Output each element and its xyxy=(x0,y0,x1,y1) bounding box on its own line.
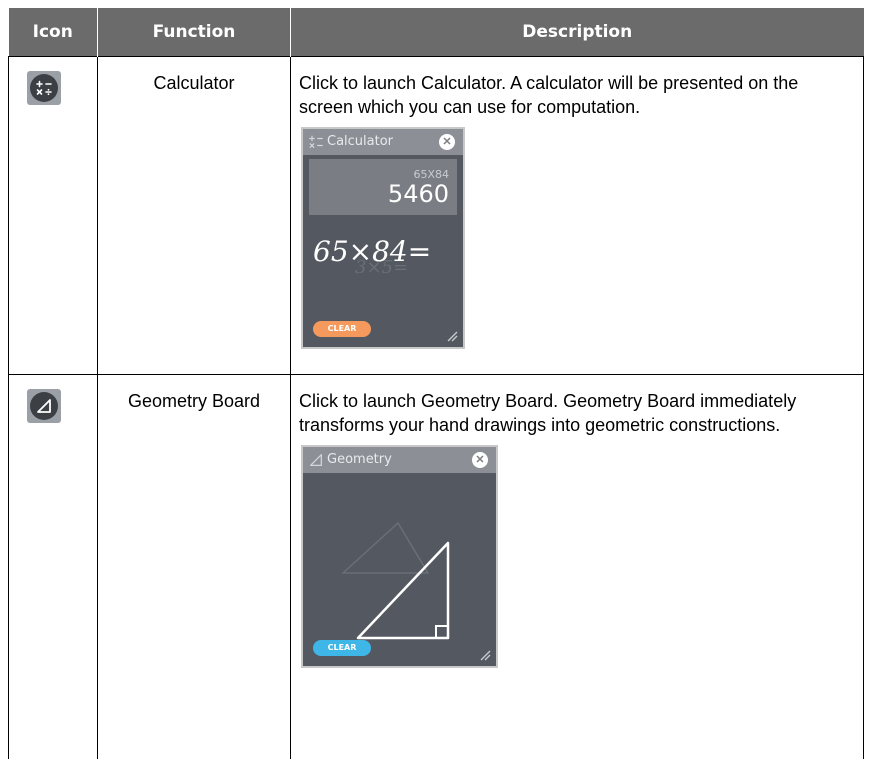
description-text: Click to launch Calculator. A calculator… xyxy=(291,57,863,119)
geometry-icon xyxy=(27,389,61,423)
header-icon: Icon xyxy=(9,8,98,57)
header-function: Function xyxy=(98,8,291,57)
description-cell: Click to launch Calculator. A calculator… xyxy=(291,57,864,375)
calculator-display: 65X84 5460 xyxy=(309,159,457,215)
geometry-window-header: Geometry ✕ xyxy=(303,447,496,473)
icon-cell xyxy=(9,375,98,759)
handwriting-text: 65×84= xyxy=(313,235,431,268)
clear-button: CLEAR xyxy=(313,640,371,656)
close-icon: ✕ xyxy=(472,452,488,468)
header-description: Description xyxy=(291,8,864,57)
triangle-small-icon xyxy=(308,450,324,474)
calculator-screenshot: Calculator ✕ 65X84 5460 3×5= 65×84= CLEA… xyxy=(301,127,465,349)
calculator-icon xyxy=(27,71,61,105)
resize-handle-icon xyxy=(479,649,491,661)
resize-handle-icon xyxy=(446,330,458,342)
description-cell: Click to launch Geometry Board. Geometry… xyxy=(291,375,864,759)
description-text: Click to launch Geometry Board. Geometry… xyxy=(291,375,863,437)
table-row: Geometry Board Click to launch Geometry … xyxy=(9,375,864,759)
calculator-window-header: Calculator ✕ xyxy=(303,129,463,155)
clear-button: CLEAR xyxy=(313,321,371,337)
calculator-small-icon xyxy=(308,132,324,156)
table-header-row: Icon Function Description xyxy=(9,8,864,57)
function-name: Calculator xyxy=(98,57,291,375)
close-icon: ✕ xyxy=(439,134,455,150)
icon-cell xyxy=(9,57,98,375)
geometry-window-title: Geometry xyxy=(327,451,392,469)
table-row: Calculator Click to launch Calculator. A… xyxy=(9,57,864,375)
feature-table: Icon Function Description xyxy=(8,8,864,759)
geometry-screenshot: Geometry ✕ CLEAR xyxy=(301,445,498,668)
calculator-result: 5460 xyxy=(388,179,449,209)
calculator-window-title: Calculator xyxy=(327,133,393,151)
function-name: Geometry Board xyxy=(98,375,291,759)
